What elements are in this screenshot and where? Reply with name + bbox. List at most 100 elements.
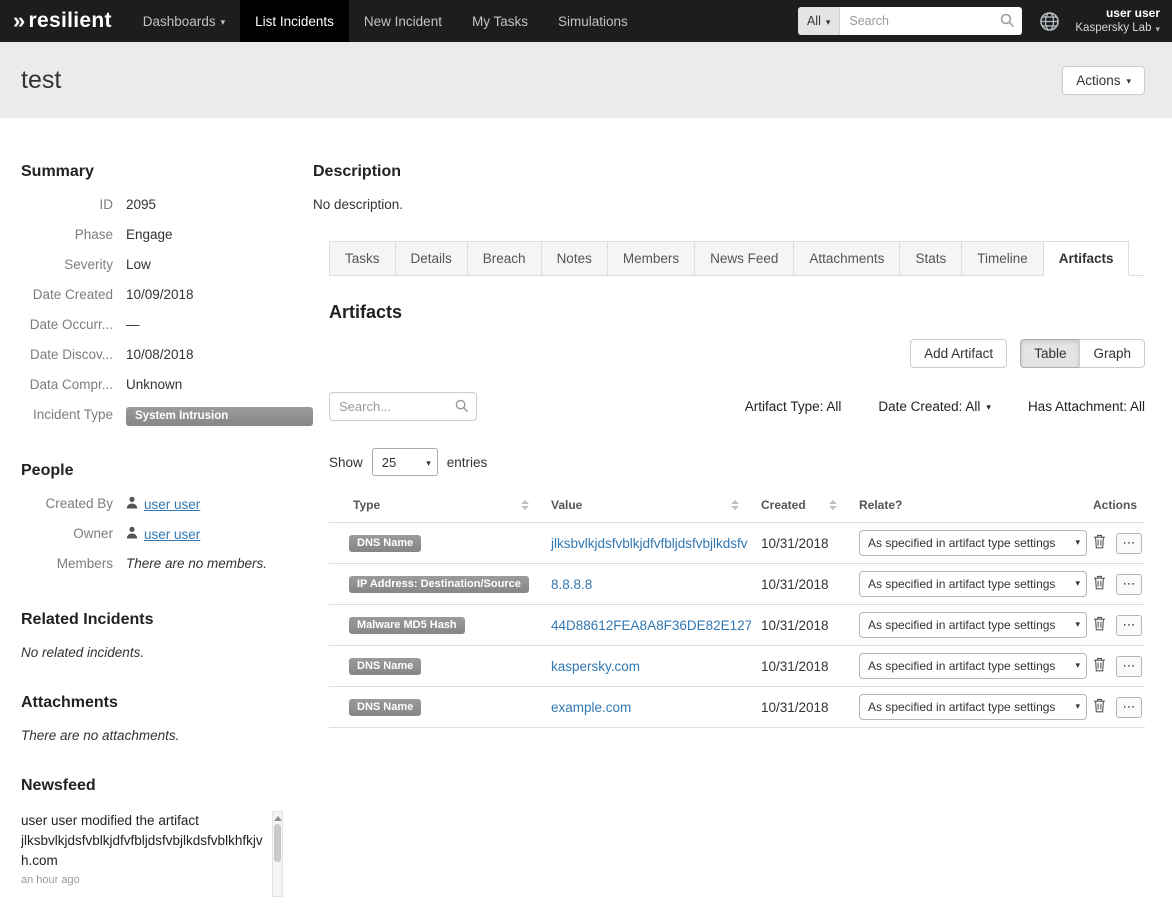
tab-stats[interactable]: Stats xyxy=(899,241,963,276)
artifact-created: 10/31/2018 xyxy=(751,686,849,728)
artifact-value-link[interactable]: 8.8.8.8 xyxy=(551,577,592,592)
nav-item-my-tasks[interactable]: My Tasks xyxy=(457,0,543,42)
actions-button[interactable]: Actions ▾ xyxy=(1062,65,1145,95)
incident-type-badge: System Intrusion xyxy=(126,407,313,426)
newsfeed-section: Newsfeed user user modified the artifact… xyxy=(21,777,313,897)
sort-icon xyxy=(521,500,529,510)
user-name: user user xyxy=(1105,5,1160,20)
field-label: Severity xyxy=(64,257,113,272)
filter-artifact-type[interactable]: Artifact Type: All xyxy=(745,399,842,414)
more-actions-button[interactable]: ⋯ xyxy=(1116,573,1142,595)
tab-tasks[interactable]: Tasks xyxy=(329,241,396,276)
scrollbar-thumb[interactable] xyxy=(274,824,281,862)
column-header-value[interactable]: Value xyxy=(541,490,751,523)
tab-notes[interactable]: Notes xyxy=(540,241,608,276)
field-row-date-occurred: Date Occurr... — xyxy=(21,317,313,338)
artifact-value-link[interactable]: 44D88612FEA8A8F36DE82E127 xyxy=(551,618,751,633)
delete-artifact-button[interactable] xyxy=(1093,698,1106,716)
artifact-created: 10/31/2018 xyxy=(751,563,849,605)
nav-item-dashboards[interactable]: Dashboards ▾ xyxy=(128,0,240,42)
caret-down-icon: ▾ xyxy=(1075,537,1080,547)
relate-select[interactable]: As specified in artifact type settings ▾ xyxy=(859,571,1087,597)
artifact-type-badge: DNS Name xyxy=(349,699,422,716)
delete-artifact-button[interactable] xyxy=(1093,616,1106,634)
caret-down-icon: ▾ xyxy=(426,457,431,468)
table-view-button[interactable]: Table xyxy=(1020,339,1081,368)
members-row: Members There are no members. xyxy=(21,556,313,577)
more-actions-button[interactable]: ⋯ xyxy=(1116,614,1142,636)
trash-icon xyxy=(1093,698,1106,716)
attachments-empty-text: There are no attachments. xyxy=(21,728,180,743)
newsfeed-scrollbar[interactable] xyxy=(272,811,283,897)
filter-date-created[interactable]: Date Created: All ▾ xyxy=(878,399,991,414)
incident-main: Description No description. Tasks Detail… xyxy=(313,163,1145,905)
caret-down-icon: ▾ xyxy=(1155,24,1160,35)
owner-link[interactable]: user user xyxy=(144,527,200,542)
caret-down-icon: ▾ xyxy=(220,16,226,27)
column-header-relate: Relate? xyxy=(859,498,903,512)
tab-breach[interactable]: Breach xyxy=(466,241,542,276)
tab-news-feed[interactable]: News Feed xyxy=(694,241,795,276)
show-entries-row: Show 25 ▾ entries xyxy=(329,448,1145,476)
view-toggle: Table Graph xyxy=(1020,339,1145,368)
nav-item-label: Simulations xyxy=(557,13,628,29)
newsfeed-heading: Newsfeed xyxy=(21,777,96,794)
artifact-value-link[interactable]: example.com xyxy=(551,700,631,715)
delete-artifact-button[interactable] xyxy=(1093,575,1106,593)
more-actions-button[interactable]: ⋯ xyxy=(1116,532,1142,554)
relate-select[interactable]: As specified in artifact type settings ▾ xyxy=(859,530,1087,556)
artifact-type-badge: IP Address: Destination/Source xyxy=(349,576,529,593)
more-actions-button[interactable]: ⋯ xyxy=(1116,696,1142,718)
actions-label: Actions xyxy=(1076,72,1121,88)
filter-has-attachment[interactable]: Has Attachment: All xyxy=(1028,399,1145,414)
artifact-created: 10/31/2018 xyxy=(751,522,849,564)
user-menu[interactable]: user user Kaspersky Lab ▾ xyxy=(1075,6,1160,37)
newsfeed-entry-time: an hour ago xyxy=(21,874,80,886)
field-label: Phase xyxy=(74,227,113,242)
tab-members[interactable]: Members xyxy=(606,241,696,276)
graph-view-button[interactable]: Graph xyxy=(1079,339,1145,368)
tab-attachments[interactable]: Attachments xyxy=(793,241,901,276)
nav-item-simulations[interactable]: Simulations xyxy=(543,0,643,42)
field-value: 10/08/2018 xyxy=(126,347,194,362)
globe-icon[interactable] xyxy=(1039,11,1060,32)
table-row: DNS Name kaspersky.com 10/31/2018 As spe… xyxy=(329,645,1145,687)
caret-down-icon: ▾ xyxy=(825,16,831,27)
nav-item-new-incident[interactable]: New Incident xyxy=(349,0,457,42)
caret-down-icon: ▾ xyxy=(1126,75,1131,86)
table-row: Malware MD5 Hash 44D88612FEA8A8F36DE82E1… xyxy=(329,604,1145,646)
ellipsis-icon: ⋯ xyxy=(1122,658,1136,673)
related-incidents-empty-text: No related incidents. xyxy=(21,645,145,660)
resilient-logo[interactable]: » resilient xyxy=(0,0,128,42)
tab-artifacts[interactable]: Artifacts xyxy=(1042,241,1130,276)
people-heading: People xyxy=(21,462,74,479)
more-actions-button[interactable]: ⋯ xyxy=(1116,655,1142,677)
tab-details[interactable]: Details xyxy=(394,241,468,276)
attachments-heading: Attachments xyxy=(21,694,118,711)
filter-label: Has Attachment: All xyxy=(1027,399,1145,414)
global-search-input[interactable] xyxy=(840,7,1023,35)
artifact-value-link[interactable]: kaspersky.com xyxy=(551,659,640,674)
search-scope-button[interactable]: All ▾ xyxy=(797,7,841,35)
relate-select[interactable]: As specified in artifact type settings ▾ xyxy=(859,694,1087,720)
field-value: Engage xyxy=(126,227,173,242)
delete-artifact-button[interactable] xyxy=(1093,534,1106,552)
page-size-value: 25 xyxy=(381,454,397,470)
delete-artifact-button[interactable] xyxy=(1093,657,1106,675)
nav-item-list-incidents[interactable]: List Incidents xyxy=(240,0,349,42)
owner-row: Owner user user xyxy=(21,526,313,547)
artifact-value-link[interactable]: jlksbvlkjdsfvblkjdfvfbljdsfvbjlkdsfv xyxy=(551,536,748,551)
add-artifact-button[interactable]: Add Artifact xyxy=(910,339,1008,368)
attachments-section: Attachments There are no attachments. xyxy=(21,694,313,743)
page-size-select[interactable]: 25 ▾ xyxy=(371,448,438,476)
created-by-row: Created By user user xyxy=(21,496,313,517)
relate-select[interactable]: As specified in artifact type settings ▾ xyxy=(859,612,1087,638)
relate-select[interactable]: As specified in artifact type settings ▾ xyxy=(859,653,1087,679)
column-header-type[interactable]: Type xyxy=(329,490,541,523)
table-row: DNS Name example.com 10/31/2018 As speci… xyxy=(329,686,1145,728)
column-header-created[interactable]: Created xyxy=(751,490,849,523)
tab-timeline[interactable]: Timeline xyxy=(961,241,1044,276)
created-by-link[interactable]: user user xyxy=(144,497,200,512)
artifact-type-badge: Malware MD5 Hash xyxy=(349,617,465,634)
artifacts-table: Type Value Created Relate? Actions DNS N… xyxy=(329,490,1145,728)
